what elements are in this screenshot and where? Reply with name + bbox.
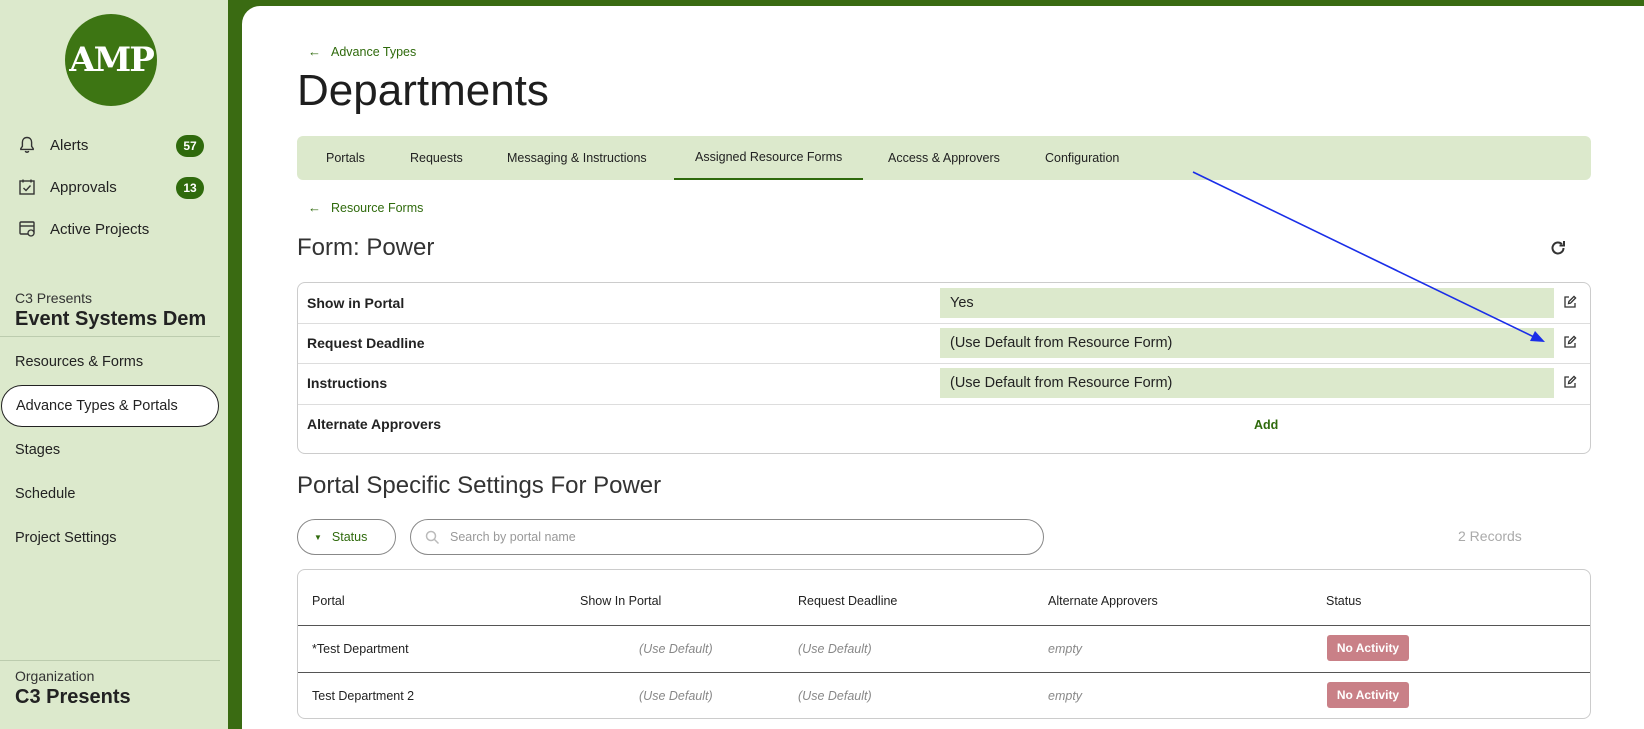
back-link-label: Resource Forms — [331, 200, 424, 215]
section-title: Portal Specific Settings For Power — [297, 472, 662, 499]
portal-name[interactable]: Test Department 2 — [312, 689, 414, 703]
table-row[interactable]: *Test Department (Use Default) (Use Defa… — [298, 626, 1590, 672]
setting-value[interactable]: (Use Default from Resource Form) — [940, 368, 1554, 398]
organization-name[interactable]: C3 Presents — [15, 686, 131, 709]
portal-settings-table: Portal Show In Portal Request Deadline A… — [297, 569, 1591, 719]
alternate-approvers-value: empty — [1048, 642, 1083, 656]
edit-icon[interactable] — [1563, 295, 1577, 309]
search-box — [410, 519, 1044, 555]
back-link-label: Advance Types — [331, 44, 417, 59]
column-header-portal: Portal — [312, 594, 345, 608]
setting-row-alternate-approvers: Alternate Approvers Add — [298, 404, 1590, 445]
tab-configuration[interactable]: Configuration — [1045, 136, 1119, 180]
tab-assigned-resource-forms[interactable]: Assigned Resource Forms — [674, 136, 864, 180]
sidebar-item-stages[interactable]: Stages — [15, 442, 60, 458]
checkbox-icon — [18, 178, 36, 196]
status-badge: No Activity — [1327, 682, 1409, 708]
alternate-approvers-value: empty — [1048, 689, 1083, 703]
tab-bar: Portals Requests Messaging & Instruction… — [297, 136, 1591, 180]
approvals-count-badge: 13 — [176, 177, 204, 199]
form-settings-card: Show in Portal Yes Request Deadline (Use… — [297, 282, 1591, 454]
alerts-count-badge: 57 — [176, 135, 204, 157]
search-icon — [425, 530, 440, 544]
sidebar-item-advance-types-portals[interactable]: Advance Types & Portals — [1, 385, 219, 427]
form-title: Form: Power — [297, 234, 435, 261]
show-in-portal-value: (Use Default) — [639, 642, 713, 656]
setting-label: Alternate Approvers — [307, 416, 442, 432]
back-link-resource-forms[interactable]: ← Resource Forms — [308, 200, 423, 215]
nav-active-projects[interactable]: Active Projects — [18, 220, 149, 238]
column-header-status: Status — [1326, 594, 1362, 608]
back-arrow-icon: ← — [308, 44, 321, 59]
sidebar-divider — [0, 336, 220, 337]
tab-portals[interactable]: Portals — [326, 136, 365, 180]
nav-approvals[interactable]: Approvals — [18, 178, 117, 196]
back-arrow-icon: ← — [308, 200, 321, 215]
tab-messaging-instructions[interactable]: Messaging & Instructions — [507, 136, 647, 180]
organization-label: Organization — [15, 668, 95, 684]
request-deadline-value: (Use Default) — [798, 642, 872, 656]
projects-icon — [18, 220, 36, 238]
show-in-portal-value: (Use Default) — [639, 689, 713, 703]
setting-row-instructions: Instructions (Use Default from Resource … — [298, 363, 1590, 404]
status-badge: No Activity — [1327, 635, 1409, 661]
nav-approvals-label: Approvals — [50, 178, 117, 196]
add-approver-button[interactable]: Add — [1254, 418, 1278, 432]
nav-active-projects-label: Active Projects — [50, 220, 150, 238]
setting-label: Instructions — [307, 375, 388, 391]
refresh-icon[interactable] — [1548, 238, 1568, 258]
setting-value[interactable]: (Use Default from Resource Form) — [940, 328, 1554, 358]
search-input[interactable] — [450, 530, 1010, 544]
portal-name[interactable]: *Test Department — [312, 642, 409, 656]
bell-icon — [18, 136, 36, 154]
nav-alerts[interactable]: Alerts — [18, 136, 88, 154]
project-org-label: C3 Presents — [15, 290, 93, 306]
sidebar-item-schedule[interactable]: Schedule — [15, 486, 75, 502]
page-title: Departments — [297, 66, 549, 115]
sidebar: AMP Alerts 57 Approvals 13 Active Projec… — [0, 0, 228, 729]
column-header-request-deadline: Request Deadline — [798, 594, 898, 608]
setting-label: Request Deadline — [307, 335, 425, 351]
column-header-alternate-approvers: Alternate Approvers — [1048, 594, 1158, 608]
back-link-advance-types[interactable]: ← Advance Types — [308, 44, 416, 59]
caret-down-icon: ▼ — [314, 532, 322, 542]
edit-icon[interactable] — [1563, 375, 1577, 389]
column-header-show-in-portal: Show In Portal — [580, 594, 662, 608]
request-deadline-value: (Use Default) — [798, 689, 872, 703]
sidebar-item-resources-forms[interactable]: Resources & Forms — [15, 354, 143, 370]
setting-row-show-in-portal: Show in Portal Yes — [298, 283, 1590, 324]
setting-label: Show in Portal — [307, 295, 405, 311]
status-filter-label: Status — [331, 530, 368, 544]
amp-logo[interactable]: AMP — [65, 14, 157, 106]
table-row[interactable]: Test Department 2 (Use Default) (Use Def… — [298, 673, 1590, 718]
tab-access-approvers[interactable]: Access & Approvers — [888, 136, 1000, 180]
edit-icon[interactable] — [1563, 335, 1577, 349]
sidebar-divider — [0, 660, 220, 661]
setting-row-request-deadline: Request Deadline (Use Default from Resou… — [298, 323, 1590, 364]
project-name[interactable]: Event Systems Demo — [15, 308, 207, 331]
nav-alerts-label: Alerts — [50, 136, 89, 154]
main-panel: ← Advance Types Departments Portals Requ… — [242, 6, 1644, 729]
sidebar-item-project-settings[interactable]: Project Settings — [15, 530, 117, 546]
status-filter-button[interactable]: ▼ Status — [297, 519, 396, 555]
setting-value[interactable]: Yes — [940, 288, 1554, 318]
records-count: 2 Records — [1458, 528, 1522, 544]
tab-requests[interactable]: Requests — [410, 136, 463, 180]
